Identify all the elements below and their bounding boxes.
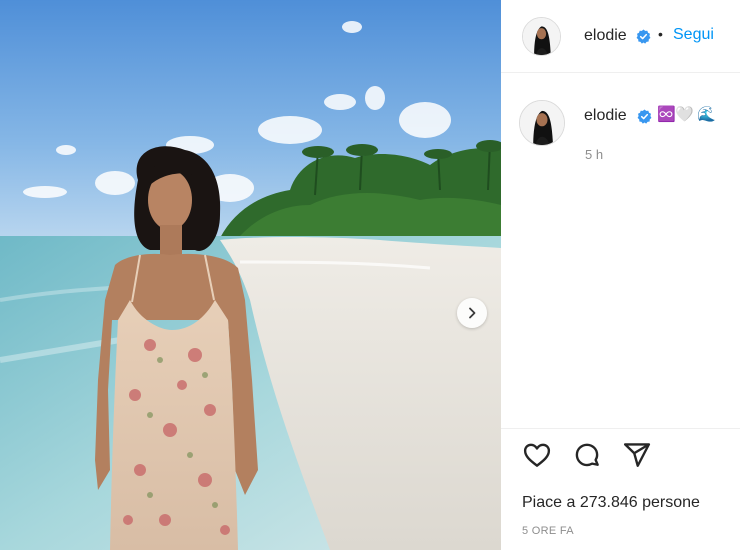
verified-badge-icon: [637, 109, 652, 124]
caption-avatar[interactable]: [519, 100, 565, 146]
caption-username[interactable]: elodie: [584, 107, 627, 125]
next-image-button[interactable]: [457, 298, 487, 328]
caption-timestamp[interactable]: 5 h: [585, 147, 603, 162]
likes-count[interactable]: Piace a 273.846 persone: [522, 494, 700, 512]
post-sidebar: elodie • Segui elodie ♾️ 🤍 🌊 5 h Piace a…: [501, 0, 740, 550]
verified-badge-icon: [636, 29, 651, 44]
caption-emoji-infinity: ♾️: [657, 106, 676, 123]
paper-plane-icon[interactable]: [622, 440, 652, 470]
post-date[interactable]: 5 ORE FA: [522, 525, 574, 537]
header-username[interactable]: elodie: [584, 27, 627, 45]
caption-emoji-wave: 🌊: [697, 106, 716, 123]
separator-dot: •: [658, 26, 663, 42]
post-media[interactable]: [0, 0, 501, 550]
post-header: elodie • Segui: [501, 0, 740, 73]
post-photo: [0, 0, 501, 550]
follow-button[interactable]: Segui: [673, 26, 714, 44]
divider: [501, 428, 740, 429]
post-caption: elodie ♾️ 🤍 🌊 5 h: [501, 73, 740, 428]
heart-icon[interactable]: [522, 440, 552, 470]
avatar[interactable]: [522, 17, 561, 56]
chevron-right-icon: [469, 307, 476, 319]
caption-emoji-heart: 🤍: [675, 106, 694, 123]
comment-icon[interactable]: [572, 440, 602, 470]
